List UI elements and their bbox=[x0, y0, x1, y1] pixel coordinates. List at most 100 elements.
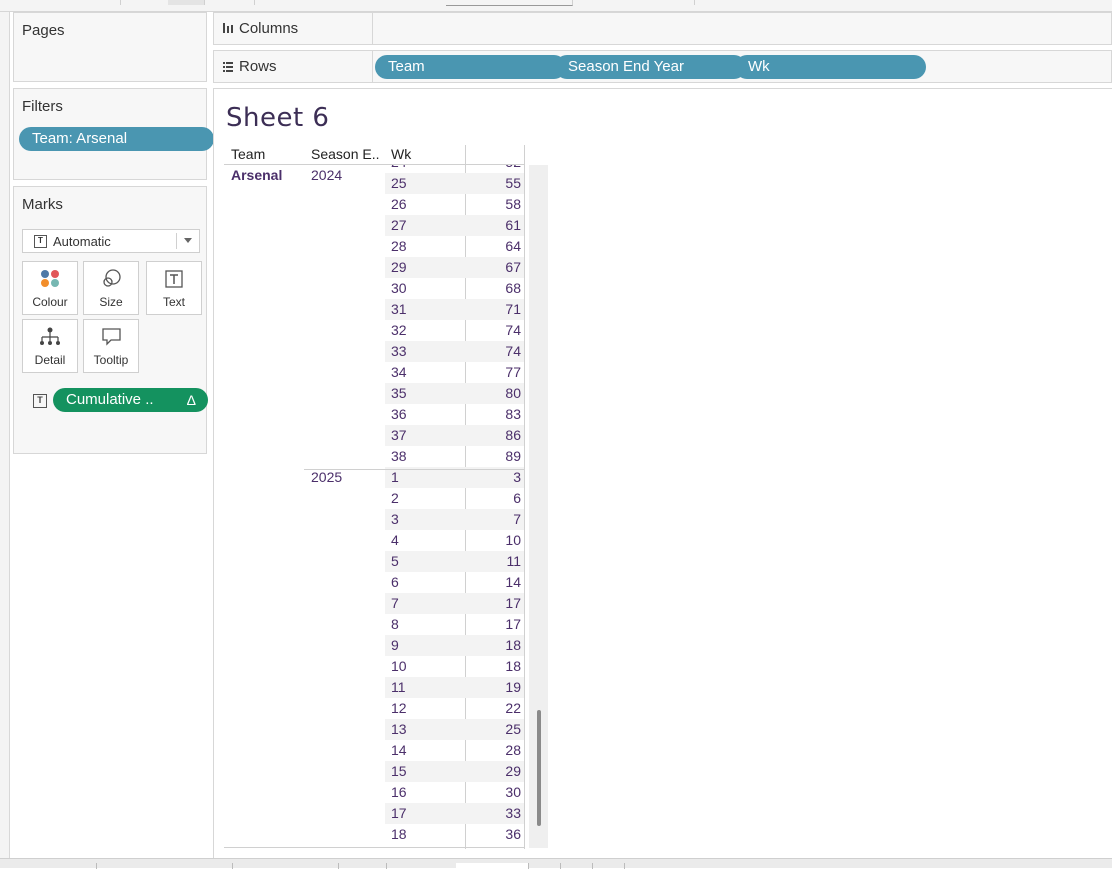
sheet-tab[interactable] bbox=[338, 863, 387, 869]
vertical-scrollbar[interactable] bbox=[529, 165, 548, 848]
wk-cell[interactable]: 17 bbox=[391, 805, 407, 821]
wk-cell[interactable]: 1 bbox=[391, 469, 399, 485]
value-cell[interactable]: 25 bbox=[461, 721, 521, 737]
sheet-tab[interactable] bbox=[592, 863, 625, 869]
wk-cell[interactable]: 4 bbox=[391, 532, 399, 548]
value-cell[interactable]: 30 bbox=[461, 784, 521, 800]
wk-cell[interactable]: 9 bbox=[391, 637, 399, 653]
value-cell[interactable]: 14 bbox=[461, 574, 521, 590]
wk-cell[interactable]: 16 bbox=[391, 784, 407, 800]
value-cell[interactable]: 3 bbox=[461, 469, 521, 485]
wk-cell[interactable]: 8 bbox=[391, 616, 399, 632]
season-year-cell[interactable]: 2025 bbox=[311, 469, 342, 485]
wk-cell[interactable]: 30 bbox=[391, 280, 407, 296]
value-cell[interactable]: 7 bbox=[461, 511, 521, 527]
value-cell[interactable]: 64 bbox=[461, 238, 521, 254]
value-cell[interactable]: 52 bbox=[461, 165, 521, 170]
sheet-tab-active[interactable] bbox=[456, 863, 529, 869]
value-cell[interactable]: 19 bbox=[461, 679, 521, 695]
rows-shelf[interactable]: Rows Team Season End Year Wk bbox=[213, 50, 1112, 83]
value-cell[interactable]: 36 bbox=[461, 826, 521, 842]
top-strip-tab[interactable] bbox=[204, 0, 255, 5]
wk-cell[interactable]: 29 bbox=[391, 259, 407, 275]
value-cell[interactable]: 17 bbox=[461, 595, 521, 611]
top-strip-tab[interactable] bbox=[120, 0, 169, 5]
value-cell[interactable]: 71 bbox=[461, 301, 521, 317]
header-wk[interactable]: Wk bbox=[391, 146, 411, 162]
value-cell[interactable]: 29 bbox=[461, 763, 521, 779]
measure-pill-cumulative[interactable]: Cumulative .. Δ bbox=[53, 388, 208, 412]
wk-cell[interactable]: 26 bbox=[391, 196, 407, 212]
value-cell[interactable]: 77 bbox=[461, 364, 521, 380]
pages-card[interactable]: Pages bbox=[13, 12, 207, 82]
wk-cell[interactable]: 6 bbox=[391, 574, 399, 590]
value-cell[interactable]: 80 bbox=[461, 385, 521, 401]
value-cell[interactable]: 22 bbox=[461, 700, 521, 716]
value-cell[interactable]: 33 bbox=[461, 805, 521, 821]
value-cell[interactable]: 68 bbox=[461, 280, 521, 296]
wk-cell[interactable]: 3 bbox=[391, 511, 399, 527]
wk-cell[interactable]: 12 bbox=[391, 700, 407, 716]
wk-cell[interactable]: 27 bbox=[391, 217, 407, 233]
wk-cell[interactable]: 38 bbox=[391, 448, 407, 464]
wk-cell[interactable]: 15 bbox=[391, 763, 407, 779]
mark-type-dropdown[interactable]: T Automatic bbox=[22, 229, 200, 253]
text-button[interactable]: Text bbox=[146, 261, 202, 315]
wk-cell[interactable]: 33 bbox=[391, 343, 407, 359]
scrollbar-thumb[interactable] bbox=[537, 710, 541, 826]
columns-shelf[interactable]: Columns bbox=[213, 12, 1112, 45]
sheet-tab[interactable] bbox=[0, 863, 97, 869]
value-cell[interactable]: 18 bbox=[461, 637, 521, 653]
wk-cell[interactable]: 18 bbox=[391, 826, 407, 842]
wk-cell[interactable]: 14 bbox=[391, 742, 407, 758]
chevron-down-icon[interactable] bbox=[184, 238, 192, 243]
wk-cell[interactable]: 24 bbox=[391, 165, 407, 170]
value-cell[interactable]: 74 bbox=[461, 322, 521, 338]
value-cell[interactable]: 86 bbox=[461, 427, 521, 443]
season-year-cell[interactable]: 2024 bbox=[311, 167, 342, 183]
wk-cell[interactable]: 7 bbox=[391, 595, 399, 611]
size-button[interactable]: Size bbox=[83, 261, 139, 315]
value-cell[interactable]: 10 bbox=[461, 532, 521, 548]
header-team[interactable]: Team bbox=[231, 146, 265, 162]
wk-cell[interactable]: 35 bbox=[391, 385, 407, 401]
sheet-tab[interactable] bbox=[386, 863, 457, 869]
top-strip-tab[interactable] bbox=[590, 0, 695, 5]
wk-cell[interactable]: 32 bbox=[391, 322, 407, 338]
sheet-tab[interactable] bbox=[528, 863, 561, 869]
detail-button[interactable]: Detail bbox=[22, 319, 78, 373]
top-strip-tab[interactable] bbox=[0, 0, 121, 5]
wk-cell[interactable]: 34 bbox=[391, 364, 407, 380]
wk-cell[interactable]: 11 bbox=[391, 679, 406, 695]
wk-cell[interactable]: 10 bbox=[391, 658, 407, 674]
wk-cell[interactable]: 31 bbox=[391, 301, 407, 317]
value-cell[interactable]: 11 bbox=[461, 553, 521, 569]
value-cell[interactable]: 83 bbox=[461, 406, 521, 422]
rows-pill-wk[interactable]: Wk bbox=[735, 55, 926, 79]
wk-cell[interactable]: 37 bbox=[391, 427, 407, 443]
colour-button[interactable]: Colour bbox=[22, 261, 78, 315]
top-strip-tab[interactable] bbox=[446, 0, 573, 6]
wk-cell[interactable]: 5 bbox=[391, 553, 399, 569]
sheet-tab[interactable] bbox=[96, 863, 233, 869]
value-cell[interactable]: 61 bbox=[461, 217, 521, 233]
value-cell[interactable]: 17 bbox=[461, 616, 521, 632]
value-cell[interactable]: 28 bbox=[461, 742, 521, 758]
value-cell[interactable]: 67 bbox=[461, 259, 521, 275]
wk-cell[interactable]: 2 bbox=[391, 490, 399, 506]
rows-pill-team[interactable]: Team bbox=[375, 55, 566, 79]
header-season-end-year[interactable]: Season E.. bbox=[311, 146, 380, 162]
sheet-tab[interactable] bbox=[560, 863, 593, 869]
filter-pill-team[interactable]: Team: Arsenal bbox=[19, 127, 214, 151]
wk-cell[interactable]: 28 bbox=[391, 238, 407, 254]
filters-card[interactable]: Filters Team: Arsenal bbox=[13, 88, 214, 180]
value-cell[interactable]: 6 bbox=[461, 490, 521, 506]
wk-cell[interactable]: 25 bbox=[391, 175, 407, 191]
rows-pill-season-end-year[interactable]: Season End Year bbox=[555, 55, 746, 79]
sheet-tab[interactable] bbox=[232, 863, 339, 869]
top-strip-tab[interactable] bbox=[168, 0, 205, 5]
value-cell[interactable]: 89 bbox=[461, 448, 521, 464]
value-cell[interactable]: 18 bbox=[461, 658, 521, 674]
value-cell[interactable]: 74 bbox=[461, 343, 521, 359]
value-cell[interactable]: 58 bbox=[461, 196, 521, 212]
